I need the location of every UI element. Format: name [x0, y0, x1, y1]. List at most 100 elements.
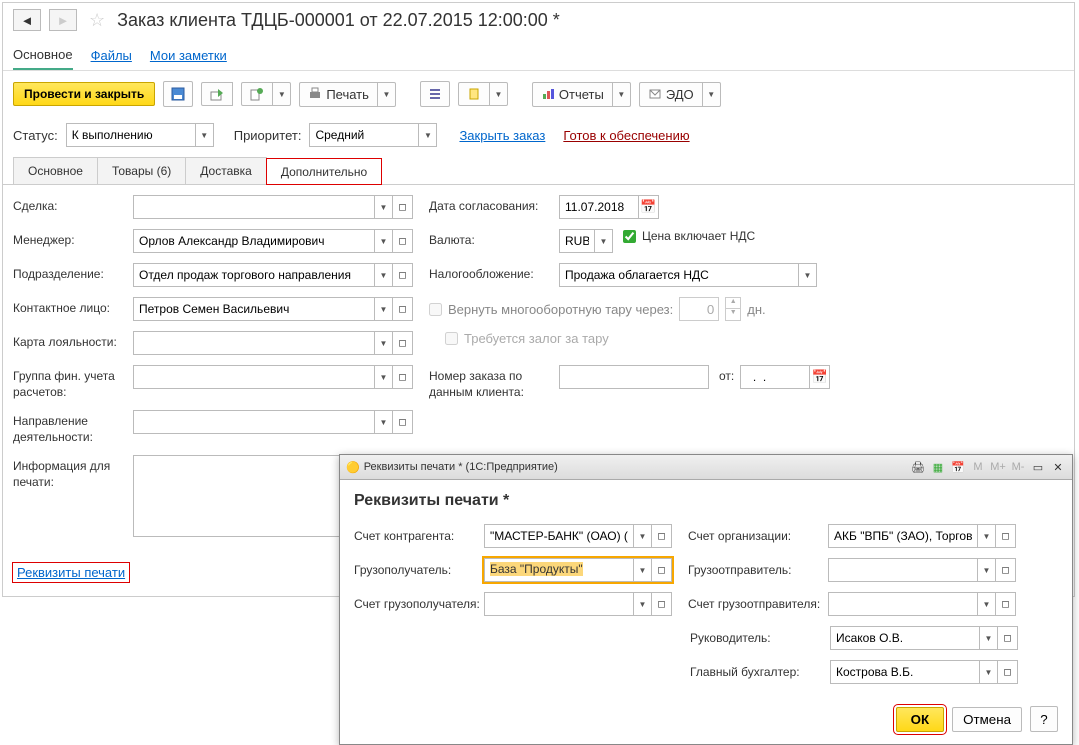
- calendar-icon[interactable]: 📅: [950, 459, 966, 475]
- nav-tab-files[interactable]: Файлы: [91, 42, 132, 69]
- currency-label: Валюта:: [429, 229, 559, 247]
- tab-delivery[interactable]: Доставка: [185, 157, 267, 184]
- tab-main[interactable]: Основное: [13, 157, 98, 184]
- mminus-icon[interactable]: M-: [1010, 459, 1026, 475]
- manager-input[interactable]: ▼◻: [133, 229, 413, 253]
- org-acc-input[interactable]: ▼◻: [828, 524, 1016, 548]
- status-select[interactable]: ▼: [66, 123, 214, 147]
- agree-date-input[interactable]: 📅: [559, 195, 659, 219]
- vat-included-label: Цена включает НДС: [642, 229, 755, 243]
- client-num-label: Номер заказа по данным клиента:: [429, 365, 559, 400]
- activity-input[interactable]: ▼◻: [133, 410, 413, 434]
- client-date-input[interactable]: 📅: [740, 365, 830, 389]
- status-row: Статус: ▼ Приоритет: ▼ Закрыть заказ Гот…: [3, 117, 1074, 153]
- edo-button[interactable]: ЭДО▼: [639, 82, 721, 107]
- reports-button[interactable]: Отчеты▼: [532, 82, 631, 107]
- calendar-icon: 📅: [810, 365, 830, 389]
- ot-label: от:: [719, 369, 734, 383]
- head-label: Руководитель:: [690, 631, 830, 645]
- priority-label: Приоритет:: [234, 128, 302, 143]
- taxation-label: Налогообложение:: [429, 263, 559, 281]
- manager-label: Менеджер:: [13, 229, 133, 247]
- vat-included-checkbox[interactable]: [623, 230, 636, 243]
- client-num-input[interactable]: [559, 365, 709, 389]
- currency-input[interactable]: ▼: [559, 229, 613, 253]
- dialog-titlebar: 🟡 Реквизиты печати * (1С:Предприятие) 🖨 …: [340, 455, 1072, 480]
- consignee-input[interactable]: База "Продукты" ▼◻: [484, 558, 672, 582]
- tab-goods[interactable]: Товары (6): [97, 157, 186, 184]
- return-tara-checkbox: [429, 303, 442, 316]
- sub-tabs: Основное Товары (6) Доставка Дополнитель…: [3, 157, 1074, 185]
- calendar-icon: 📅: [639, 195, 659, 219]
- counteragent-acc-input[interactable]: ▼◻: [484, 524, 672, 548]
- accountant-input[interactable]: ▼◻: [830, 660, 1018, 684]
- toolbar: Провести и закрыть ▼ Печать▼ ▼ Отчеты▼ Э…: [3, 71, 1074, 117]
- post-button[interactable]: [201, 82, 233, 106]
- shipper-acc-input[interactable]: ▼◻: [828, 592, 1016, 616]
- print-requisites-link[interactable]: Реквизиты печати: [13, 563, 129, 582]
- consignee-acc-label: Счет грузополучателя:: [354, 597, 484, 611]
- dialog-heading: Реквизиты печати *: [354, 492, 1058, 510]
- nav-tab-notes[interactable]: Мои заметки: [150, 42, 227, 69]
- days-unit: дн.: [747, 302, 765, 317]
- print-info-label: Информация для печати:: [13, 455, 133, 490]
- list-button[interactable]: [420, 81, 450, 107]
- head-input[interactable]: ▼◻: [830, 626, 1018, 650]
- post-and-close-button[interactable]: Провести и закрыть: [13, 82, 155, 106]
- close-icon[interactable]: ✕: [1050, 459, 1066, 475]
- fin-group-input[interactable]: ▼◻: [133, 365, 413, 389]
- activity-label: Направление деятельности:: [13, 410, 133, 445]
- shipper-input[interactable]: ▼◻: [828, 558, 1016, 582]
- favorite-star-icon[interactable]: ☆: [89, 10, 105, 31]
- deposit-checkbox: [445, 332, 458, 345]
- accountant-label: Главный бухгалтер:: [690, 665, 830, 679]
- dialog-body: Реквизиты печати * Счет контрагента: ▼◻ …: [340, 480, 1072, 706]
- deposit-label: Требуется залог за тару: [464, 331, 609, 346]
- based-on-button[interactable]: ▼: [241, 82, 291, 106]
- nav-tabs: Основное Файлы Мои заметки: [3, 37, 1074, 71]
- contact-input[interactable]: ▼◻: [133, 297, 413, 321]
- return-tara-label: Вернуть многооборотную тару через:: [448, 302, 673, 317]
- taxation-input[interactable]: ▼: [559, 263, 817, 287]
- consignee-label: Грузополучатель:: [354, 563, 484, 577]
- shipper-label: Грузоотправитель:: [688, 563, 828, 577]
- app-icon: 🟡: [346, 461, 360, 474]
- ok-button[interactable]: ОК: [896, 707, 945, 732]
- loyalty-input[interactable]: ▼◻: [133, 331, 413, 355]
- close-order-link[interactable]: Закрыть заказ: [459, 128, 545, 143]
- deal-label: Сделка:: [13, 195, 133, 213]
- tara-days-input: [679, 297, 719, 321]
- dept-label: Подразделение:: [13, 263, 133, 281]
- priority-select[interactable]: ▼: [309, 123, 437, 147]
- ready-supply-link[interactable]: Готов к обеспечению: [563, 128, 689, 143]
- dialog-window-title: Реквизиты печати * (1С:Предприятие): [364, 461, 558, 473]
- agree-date-label: Дата согласования:: [429, 195, 559, 213]
- help-button[interactable]: ?: [1030, 706, 1058, 732]
- loyalty-label: Карта лояльности:: [13, 331, 133, 349]
- attach-button[interactable]: ▼: [458, 82, 508, 106]
- cancel-button[interactable]: Отмена: [952, 707, 1022, 732]
- tab-additional[interactable]: Дополнительно: [266, 158, 382, 185]
- back-button[interactable]: ◄: [13, 9, 41, 31]
- print-requisites-dialog: 🟡 Реквизиты печати * (1С:Предприятие) 🖨 …: [339, 454, 1073, 745]
- consignee-acc-input[interactable]: ▼◻: [484, 592, 672, 616]
- forward-button[interactable]: ►: [49, 9, 77, 31]
- deal-input[interactable]: ▼◻: [133, 195, 413, 219]
- m-icon[interactable]: M: [970, 459, 986, 475]
- dialog-footer: ОК Отмена ?: [340, 706, 1072, 744]
- header: ◄ ► ☆ Заказ клиента ТДЦБ-000001 от 22.07…: [3, 3, 1074, 37]
- shipper-acc-label: Счет грузоотправителя:: [688, 597, 828, 611]
- page-title: Заказ клиента ТДЦБ-000001 от 22.07.2015 …: [117, 10, 560, 31]
- print-button[interactable]: Печать▼: [299, 82, 396, 107]
- fin-group-label: Группа фин. учета расчетов:: [13, 365, 133, 400]
- mplus-icon[interactable]: M+: [990, 459, 1006, 475]
- calc-icon[interactable]: ▦: [930, 459, 946, 475]
- dept-input[interactable]: ▼◻: [133, 263, 413, 287]
- contact-label: Контактное лицо:: [13, 297, 133, 315]
- save-button[interactable]: [163, 81, 193, 107]
- counteragent-acc-label: Счет контрагента:: [354, 529, 484, 543]
- org-acc-label: Счет организации:: [688, 529, 828, 543]
- nav-tab-main[interactable]: Основное: [13, 41, 73, 70]
- minimize-icon[interactable]: ▭: [1030, 459, 1046, 475]
- print-icon[interactable]: 🖨: [910, 459, 926, 475]
